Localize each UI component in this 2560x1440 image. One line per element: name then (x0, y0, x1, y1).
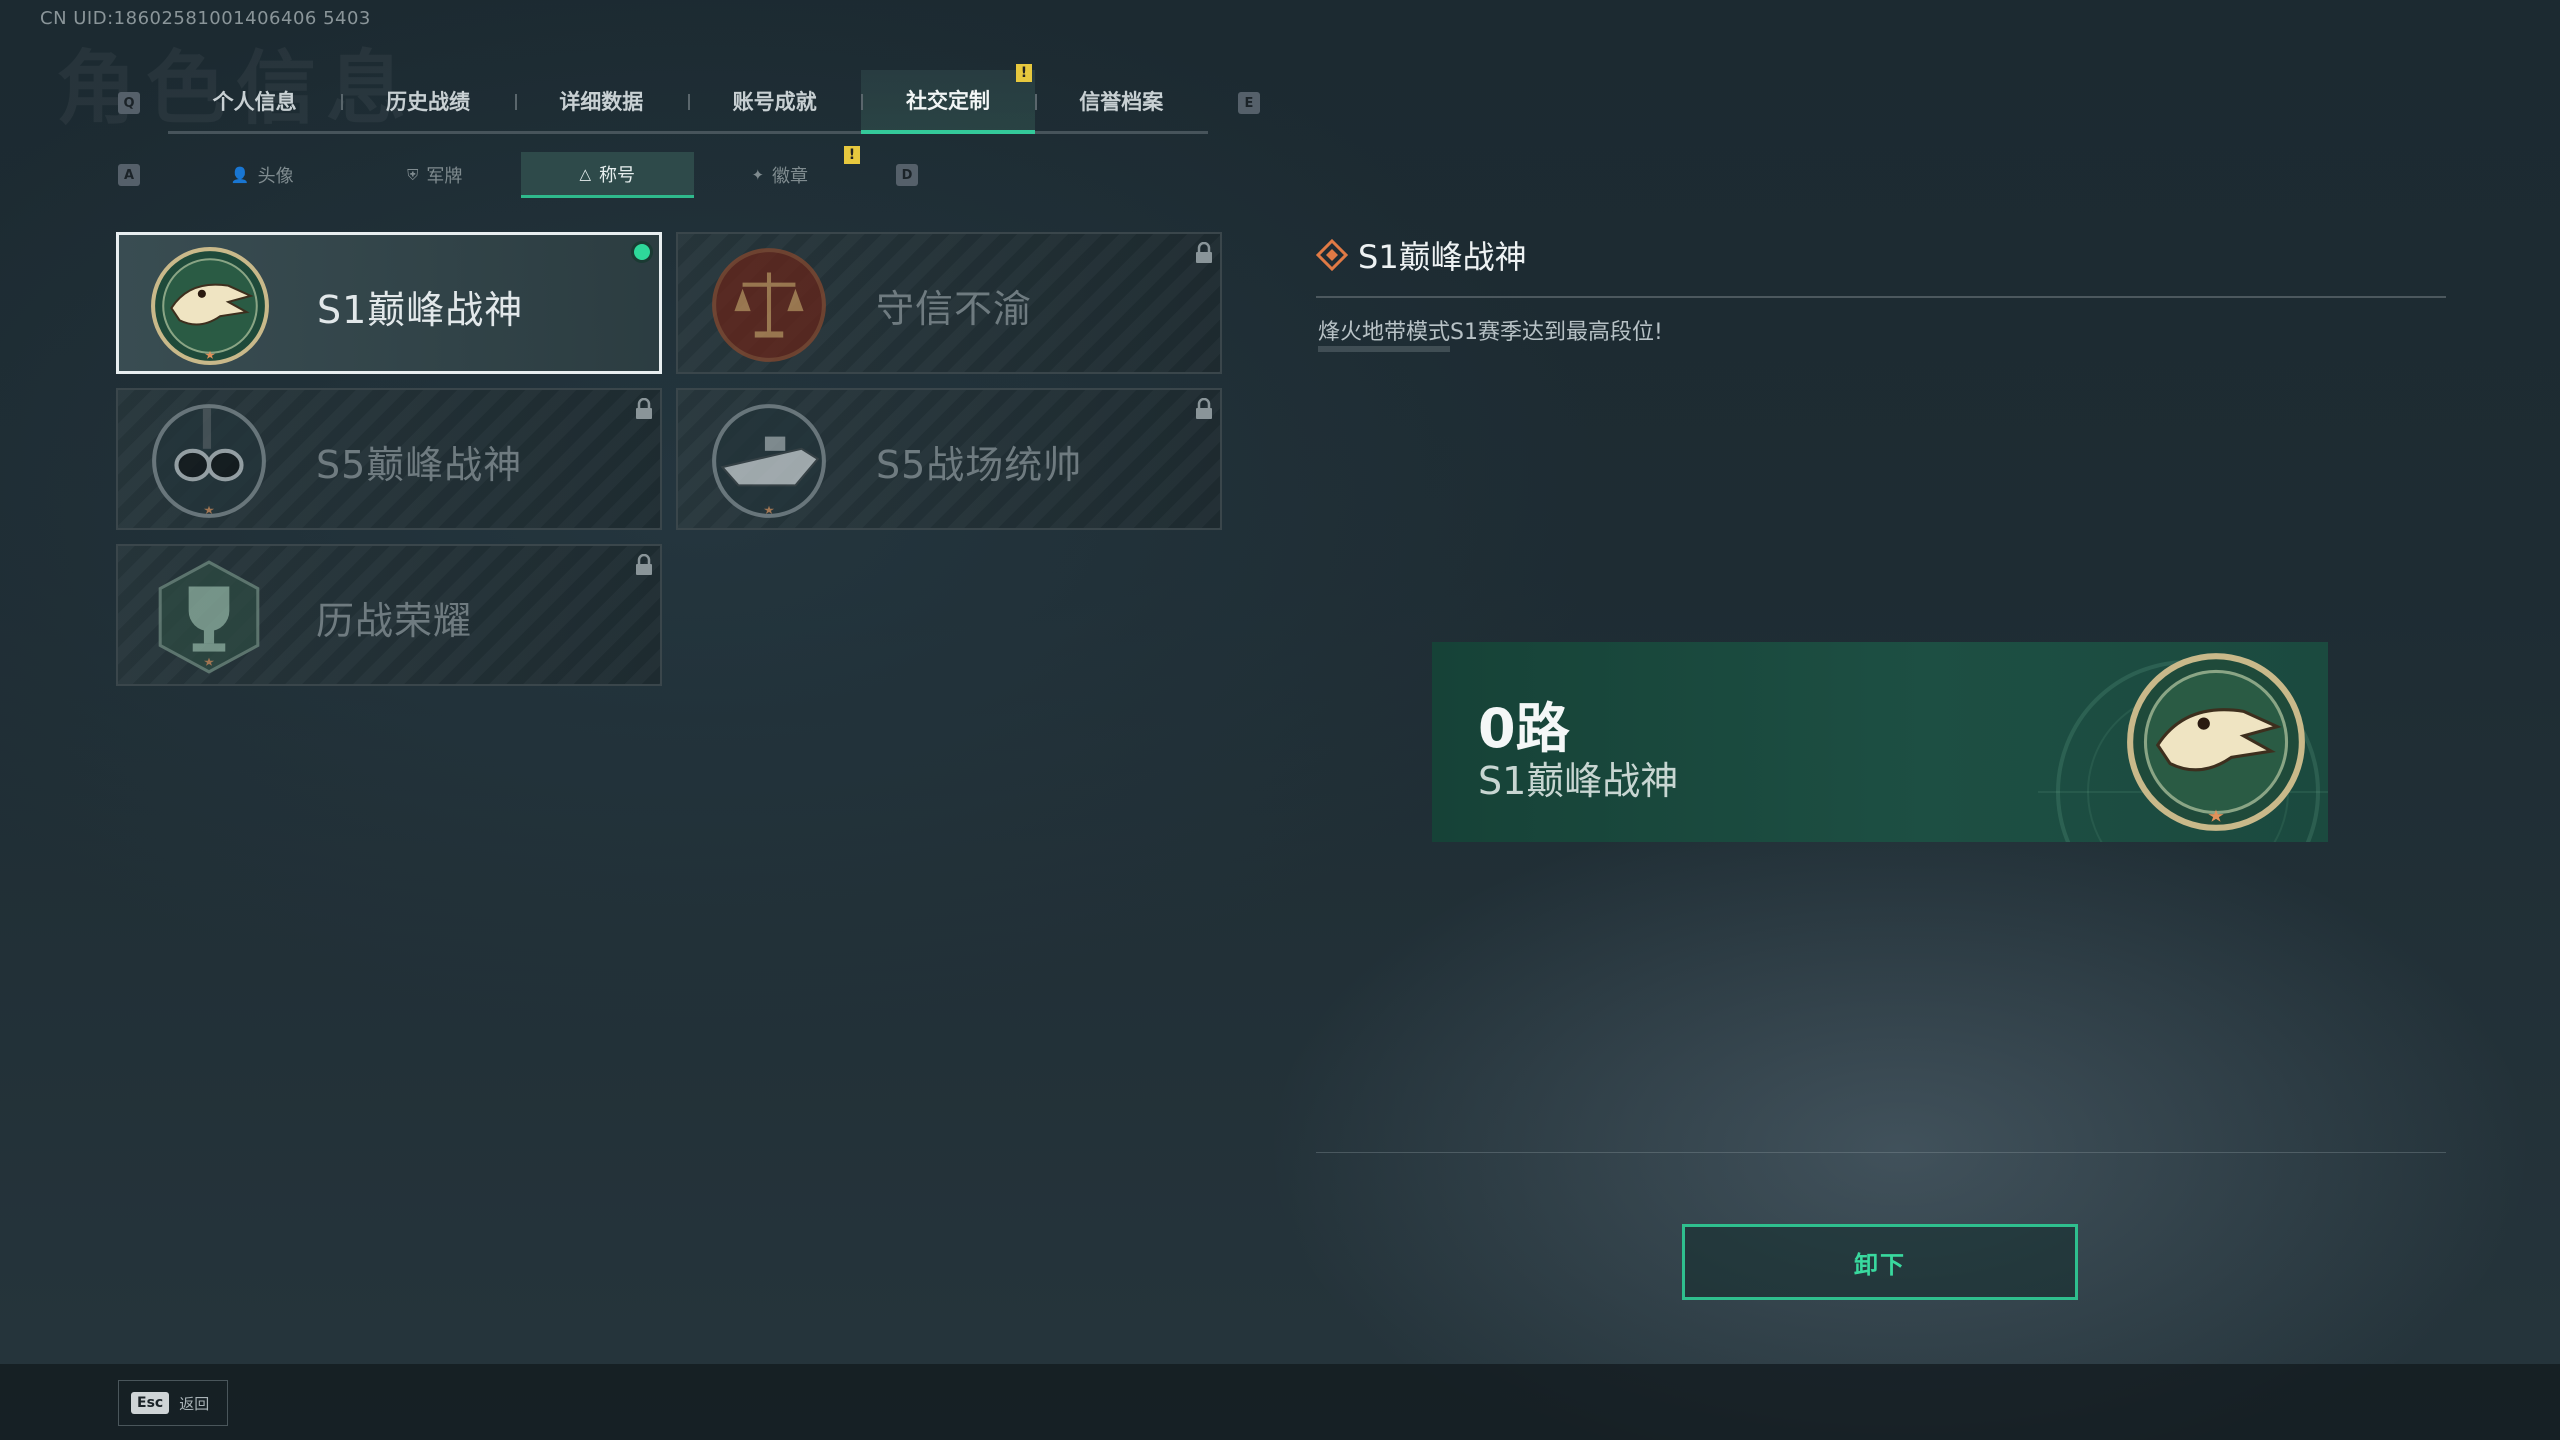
tab-detailed-data[interactable]: 详细数据 (514, 70, 688, 131)
divider (1316, 296, 2446, 298)
lock-icon (1196, 398, 1212, 419)
badge-icon: ✦ (751, 166, 765, 184)
alert-badge: ! (844, 146, 860, 164)
person-icon: 👤 (230, 166, 250, 184)
lock-icon (636, 554, 652, 575)
scales-icon (712, 248, 826, 362)
tab-history[interactable]: 历史战绩 (341, 70, 514, 131)
subtab-label: 徽章 (772, 166, 809, 187)
unequip-button[interactable]: 卸下 (1682, 1224, 2078, 1300)
title-card-s1-peak[interactable]: S1巅峰战神 (116, 232, 662, 374)
subtab-title[interactable]: △ 称号 (521, 152, 694, 198)
lock-icon (636, 398, 652, 419)
key-hint-d: D (896, 164, 918, 186)
main-tabbar: 个人信息 历史战绩 详细数据 账号成就 社交定制 信誉档案 (168, 70, 1208, 134)
title-card-s5-commander[interactable]: S5战场统帅 (676, 388, 1222, 530)
equipped-indicator (631, 241, 653, 263)
boat-icon (712, 404, 826, 518)
crocodile-icon (151, 247, 269, 365)
crocodile-icon (2127, 653, 2305, 831)
title-preview-banner: 0路 S1巅峰战神 (1432, 642, 2328, 842)
title-card-s5-peak[interactable]: S5巅峰战神 (116, 388, 662, 530)
title-name: S1巅峰战神 (317, 288, 524, 332)
preview-title: S1巅峰战神 (1478, 759, 1679, 803)
tab-personal-info[interactable]: 个人信息 (168, 70, 341, 131)
key-hint-e: E (1238, 92, 1260, 114)
sub-tabbar: 👤 头像 ⛨ 军牌 △ 称号 ✦ 徽章 (176, 152, 866, 198)
subtab-label: 称号 (599, 164, 636, 186)
footer-bar (0, 1364, 2560, 1440)
title-name: 守信不渝 (876, 287, 1033, 331)
key-hint-q: Q (118, 92, 140, 114)
tab-achievements[interactable]: 账号成就 (687, 70, 861, 131)
diver-mask-icon (152, 404, 266, 518)
tab-social-custom[interactable]: 社交定制 (861, 70, 1035, 134)
diamond-icon (1316, 239, 1348, 271)
dogtag-icon: ⛨ (407, 166, 419, 184)
detail-header: S1巅峰战神 (1316, 232, 1527, 278)
alert-badge: ! (1016, 64, 1032, 82)
tab-reputation[interactable]: 信誉档案 (1034, 70, 1208, 131)
detail-title: S1巅峰战神 (1358, 238, 1527, 276)
divider (1316, 1152, 2446, 1153)
key-hint-a: A (118, 164, 140, 186)
lock-icon (1196, 242, 1212, 263)
detail-description: 烽火地带模式S1赛季达到最高段位! (1318, 320, 1663, 345)
detail-sub-decoration (1318, 346, 1450, 352)
subtab-badge[interactable]: ✦ 徽章 (694, 152, 867, 198)
title-icon: △ (579, 164, 592, 183)
esc-key: Esc (131, 1392, 170, 1414)
subtab-label: 头像 (257, 166, 294, 187)
title-name: S5巅峰战神 (316, 443, 523, 487)
back-label: 返回 (179, 1394, 210, 1413)
title-name: 历战荣耀 (316, 599, 473, 643)
subtab-avatar[interactable]: 👤 头像 (176, 152, 349, 198)
subtab-label: 军牌 (426, 166, 463, 187)
title-name: S5战场统帅 (876, 443, 1083, 487)
subtab-dogtag[interactable]: ⛨ 军牌 (349, 152, 522, 198)
title-card-battle-glory[interactable]: 历战荣耀 (116, 544, 662, 686)
back-button[interactable]: Esc 返回 (118, 1380, 228, 1426)
trophy-icon (158, 560, 260, 674)
title-card-trustworthy[interactable]: 守信不渝 (676, 232, 1222, 374)
